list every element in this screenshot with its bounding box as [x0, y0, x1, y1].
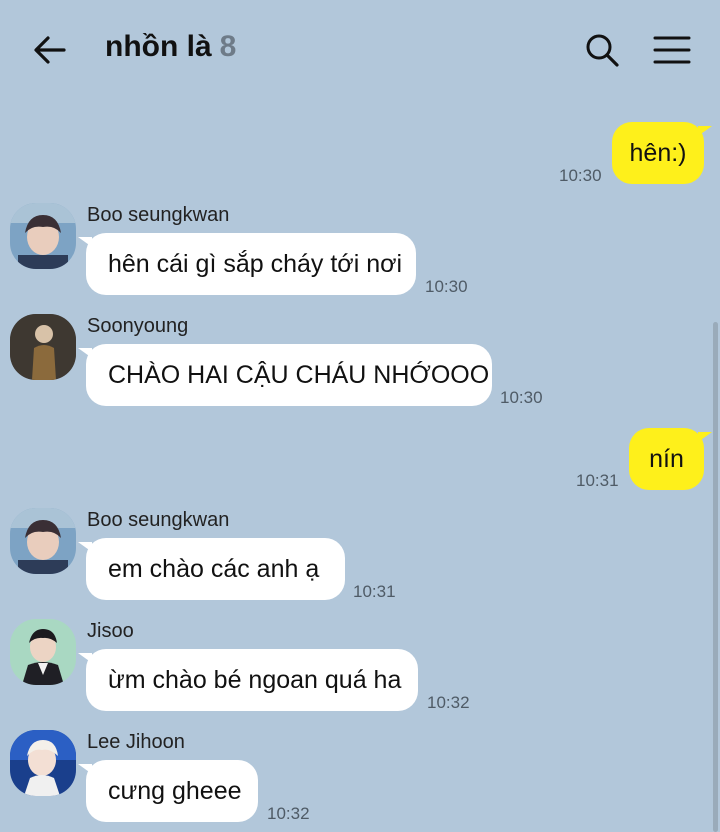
incoming-message-bubble[interactable]: em chào các anh ạ — [78, 538, 345, 600]
search-icon — [586, 34, 619, 67]
incoming-message-bubble[interactable]: ừm chào bé ngoan quá ha — [78, 649, 418, 711]
message-text: hên:) — [629, 138, 687, 167]
message-timestamp: 10:30 — [425, 277, 468, 296]
avatar-image — [10, 203, 76, 269]
avatar[interactable] — [10, 619, 76, 685]
avatar[interactable] — [10, 730, 76, 796]
incoming-message-bubble[interactable]: cưng gheee — [78, 760, 258, 822]
avatar-image — [10, 730, 76, 796]
message-text: cưng gheee — [108, 776, 242, 805]
incoming-message-bubble[interactable]: CHÀO HAI CẬU CHÁU NHỚOOO — [78, 344, 492, 406]
member-count: 8 — [219, 30, 237, 63]
message-text: CHÀO HAI CẬU CHÁU NHỚOOO — [108, 360, 490, 389]
message-timestamp: 10:31 — [576, 471, 619, 490]
avatar[interactable] — [10, 508, 76, 574]
sender-name: Soonyoung — [87, 315, 189, 337]
avatar[interactable] — [10, 203, 76, 269]
message-text: em chào các anh ạ — [108, 554, 320, 583]
message-text: hên cái gì sắp cháy tới nơi — [108, 249, 403, 278]
sender-name: Jisoo — [87, 620, 134, 642]
chat-header: nhồn là 8 — [0, 0, 720, 100]
chat-title: nhồn là 8 — [105, 30, 236, 64]
chat-room-name: nhồn là — [105, 30, 212, 63]
message-timestamp: 10:30 — [500, 388, 543, 407]
outgoing-message-bubble[interactable]: nín — [629, 428, 712, 490]
avatar-image — [10, 314, 76, 380]
arrow-left-icon — [34, 36, 66, 64]
sender-name: Boo seungkwan — [87, 509, 230, 531]
hamburger-menu-icon — [653, 36, 691, 64]
sender-name: Boo seungkwan — [87, 204, 230, 226]
sender-name: Lee Jihoon — [87, 731, 185, 753]
message-timestamp: 10:31 — [353, 582, 396, 601]
outgoing-message-bubble[interactable]: hên:) — [612, 122, 712, 184]
avatar[interactable] — [10, 314, 76, 380]
message-timestamp: 10:30 — [559, 166, 602, 185]
back-button[interactable] — [30, 30, 70, 70]
message-text: nín — [649, 444, 684, 473]
search-button[interactable] — [584, 32, 620, 68]
incoming-message-bubble[interactable]: hên cái gì sắp cháy tới nơi — [78, 233, 416, 295]
scrollbar[interactable] — [713, 322, 718, 832]
message-text: ừm chào bé ngoan quá ha — [108, 665, 402, 694]
menu-button[interactable] — [652, 32, 692, 68]
message-timestamp: 10:32 — [267, 804, 310, 823]
avatar-image — [10, 619, 76, 685]
avatar-image — [10, 508, 76, 574]
message-timestamp: 10:32 — [427, 693, 470, 712]
